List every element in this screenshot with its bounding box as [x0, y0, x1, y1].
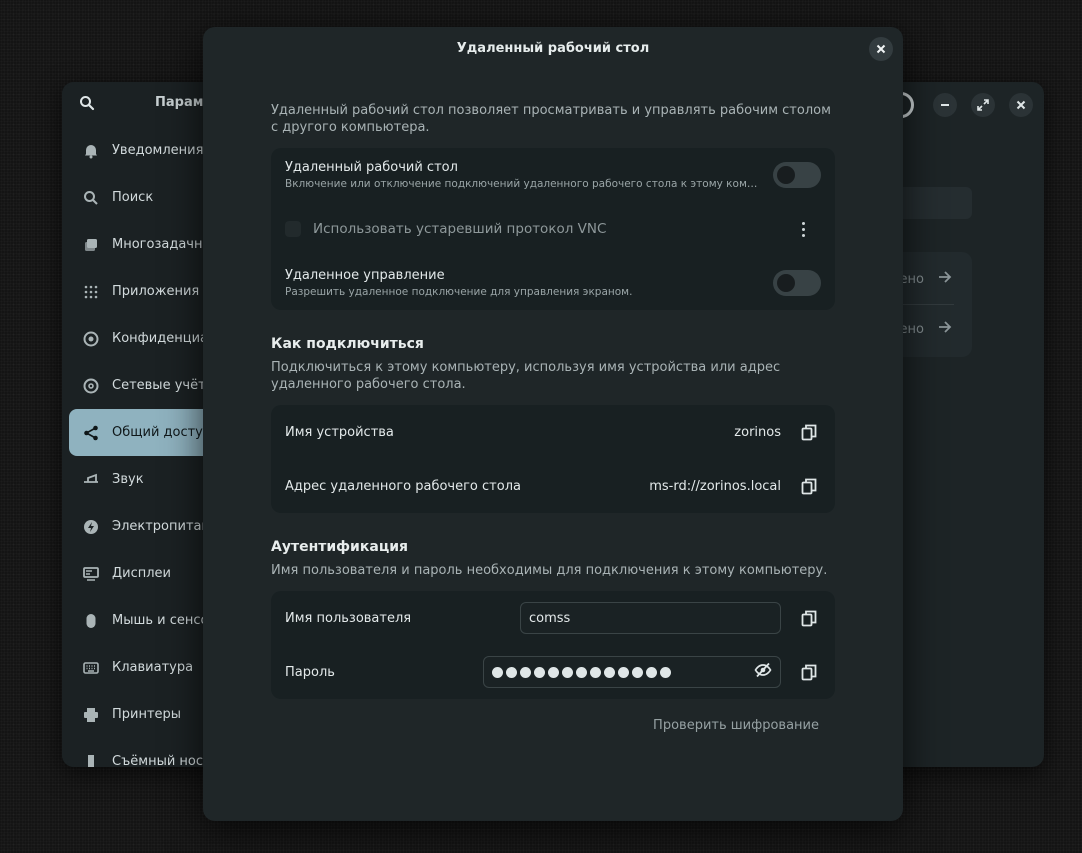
- device-name-value: zorinos: [734, 424, 781, 440]
- sidebar-item-label: Конфиденциал: [112, 331, 217, 346]
- close-dialog-button[interactable]: [869, 37, 893, 61]
- printer-icon: [82, 706, 100, 724]
- how-to-connect-desc: Подключиться к этому компьютеру, использ…: [271, 360, 781, 392]
- copy-icon[interactable]: [797, 606, 821, 630]
- copy-icon[interactable]: [797, 420, 821, 444]
- remote-control-row[interactable]: Удаленное управление Разрешить удаленное…: [271, 256, 835, 310]
- maximize-button[interactable]: [971, 93, 995, 117]
- card-row-value: ено: [899, 271, 924, 287]
- online-accounts-icon: [82, 377, 100, 395]
- remote-control-subtitle: Разрешить удаленное подключение для упра…: [285, 286, 633, 298]
- remote-desktop-switch[interactable]: [773, 162, 821, 188]
- password-dot: [660, 666, 671, 678]
- sidebar-item-label: Дисплеи: [112, 566, 172, 581]
- vnc-label: Использовать устаревший протокол VNC: [313, 221, 607, 237]
- verify-encryption-button[interactable]: Проверить шифрование: [653, 718, 819, 733]
- auth-desc: Имя пользователя и пароль необходимы для…: [271, 563, 828, 578]
- password-dot: [506, 666, 517, 678]
- sidebar-item-label: Мышь и сенсо: [112, 613, 209, 628]
- close-window-button[interactable]: [1009, 93, 1033, 117]
- search-icon[interactable]: [78, 94, 96, 112]
- sidebar-item-label: Съёмный нос: [112, 754, 204, 767]
- password-dot: [576, 666, 587, 678]
- dialog-content: Удаленный рабочий стол позволяет просмат…: [271, 102, 835, 739]
- mouse-icon: [82, 612, 100, 630]
- privacy-icon: [82, 330, 100, 348]
- device-name-row: Имя устройства zorinos: [271, 405, 835, 459]
- power-icon: [82, 518, 100, 536]
- intro-text: Удаленный рабочий стол позволяет просмат…: [271, 103, 831, 135]
- eye-hidden-icon[interactable]: [754, 662, 772, 682]
- username-row: Имя пользователя comss: [271, 591, 835, 645]
- username-value: comss: [529, 610, 571, 626]
- sidebar-item-label: Поиск: [112, 190, 154, 205]
- vnc-checkbox[interactable]: [285, 221, 301, 237]
- password-dot: [604, 666, 615, 678]
- password-dot: [632, 666, 643, 678]
- share-icon: [82, 424, 100, 442]
- how-to-connect-title: Как подключиться: [271, 336, 424, 352]
- sidebar-item-label: Уведомления: [112, 143, 204, 158]
- remote-address-label: Адрес удаленного рабочего стола: [285, 478, 521, 494]
- sidebar-item-label: Принтеры: [112, 707, 182, 722]
- apps-grid-icon: [82, 283, 100, 301]
- copy-icon[interactable]: [797, 660, 821, 684]
- removable-media-icon: [82, 753, 100, 767]
- vnc-row: Использовать устаревший протокол VNC: [271, 202, 835, 256]
- remote-control-switch[interactable]: [773, 270, 821, 296]
- password-dots: [492, 666, 754, 678]
- remote-desktop-dialog: Удаленный рабочий стол Удаленный рабочий…: [203, 27, 903, 821]
- arrow-right-icon: [938, 271, 952, 287]
- password-dot: [590, 666, 601, 678]
- sidebar-item-label: Общий доступ: [112, 425, 212, 440]
- sidebar-item-label: Приложения: [112, 284, 200, 299]
- remote-address-row: Адрес удаленного рабочего стола ms-rd://…: [271, 459, 835, 513]
- device-name-label: Имя устройства: [285, 424, 394, 440]
- password-label: Пароль: [285, 664, 335, 680]
- password-dot: [562, 666, 573, 678]
- password-dot: [534, 666, 545, 678]
- arrow-right-icon: [938, 321, 952, 337]
- password-field[interactable]: [483, 656, 781, 688]
- password-dot: [646, 666, 657, 678]
- display-icon: [82, 565, 100, 583]
- more-options-icon[interactable]: [791, 217, 815, 241]
- connection-info-card: Имя устройства zorinos Адрес удаленного …: [271, 405, 835, 513]
- settings-title: Парам: [155, 95, 204, 110]
- username-label: Имя пользователя: [285, 610, 412, 626]
- copy-icon[interactable]: [797, 474, 821, 498]
- bell-icon: [82, 142, 100, 160]
- remote-desktop-row[interactable]: Удаленный рабочий стол Включение или отк…: [271, 148, 835, 202]
- sidebar-item-label: Клавиатура: [112, 660, 194, 675]
- password-dot: [548, 666, 559, 678]
- sidebar-item-label: Сетевые учёт: [112, 378, 206, 393]
- sidebar-item-label: Звук: [112, 472, 144, 487]
- remote-desktop-title: Удаленный рабочий стол: [285, 160, 458, 175]
- sound-icon: [82, 471, 100, 489]
- sidebar-item-label: Многозадачнос: [112, 237, 218, 252]
- card-row-value: ено: [899, 321, 924, 337]
- auth-title: Аутентификация: [271, 539, 408, 555]
- minimize-button[interactable]: [933, 93, 957, 117]
- search-icon: [82, 189, 100, 207]
- remote-address-value: ms-rd://zorinos.local: [649, 478, 781, 494]
- multitasking-icon: [82, 236, 100, 254]
- remote-control-title: Удаленное управление: [285, 268, 445, 283]
- remote-desktop-subtitle: Включение или отключение подключений уда…: [285, 178, 761, 190]
- password-dot: [520, 666, 531, 678]
- dialog-title: Удаленный рабочий стол: [456, 41, 650, 56]
- password-dot: [492, 666, 503, 678]
- remote-desktop-card: Удаленный рабочий стол Включение или отк…: [271, 148, 835, 310]
- username-field[interactable]: comss: [520, 602, 781, 634]
- sidebar-item-label: Электропитан: [112, 519, 211, 534]
- auth-card: Имя пользователя comss Пароль: [271, 591, 835, 699]
- close-icon: [876, 44, 886, 54]
- password-row: Пароль: [271, 645, 835, 699]
- password-dot: [618, 666, 629, 678]
- keyboard-icon: [82, 659, 100, 677]
